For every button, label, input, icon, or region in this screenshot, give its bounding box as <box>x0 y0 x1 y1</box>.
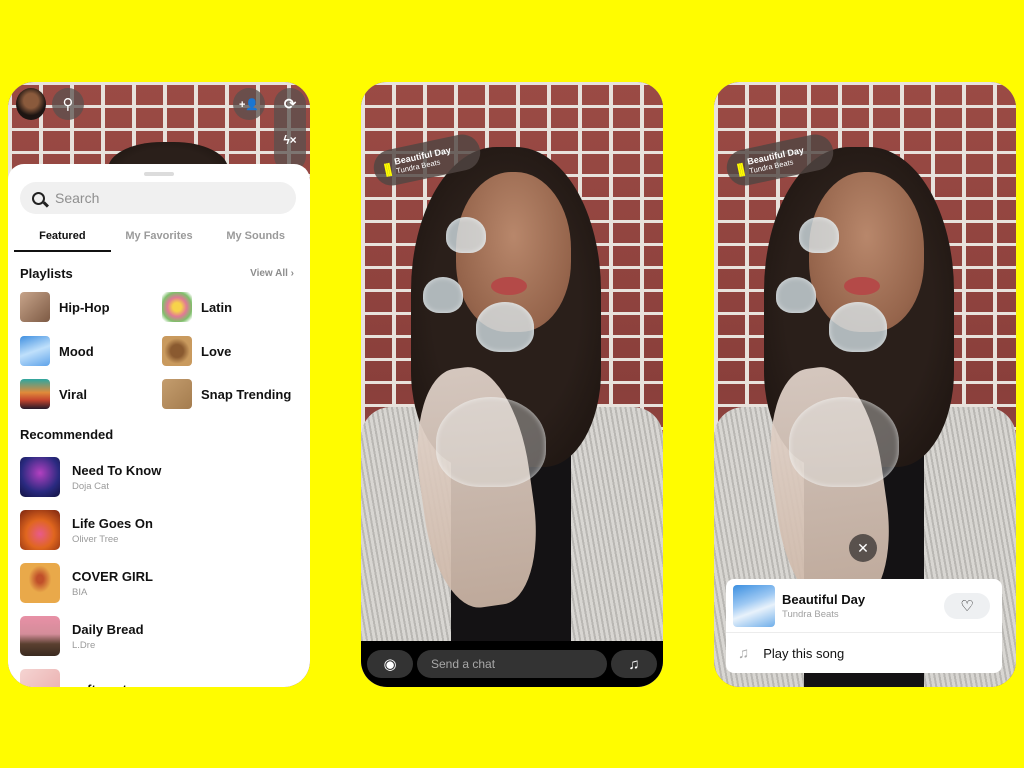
music-note-icon: ♫ <box>738 644 750 662</box>
playlist-name: Viral <box>59 386 87 402</box>
playlist-mood[interactable]: Mood <box>20 336 94 366</box>
recommended-heading: Recommended <box>20 427 114 442</box>
playlist-art <box>162 379 192 409</box>
heart-lens-effect <box>423 277 463 313</box>
camera-icon[interactable]: ◉ <box>367 650 413 678</box>
playlist-latin[interactable]: Latin <box>162 292 232 322</box>
playlist-love[interactable]: Love <box>162 336 231 366</box>
heart-lens-effect <box>446 217 486 253</box>
song-art <box>733 584 775 627</box>
sound-wave-icon: ||| <box>382 160 392 177</box>
song-card: Beautiful Day Tundra Beats ♡ ♫ Play this… <box>726 579 1002 673</box>
playlist-name: Snap Trending <box>201 386 292 402</box>
view-all-label: View All <box>250 268 288 279</box>
playlist-name: Love <box>201 343 232 359</box>
search-input[interactable] <box>55 190 255 206</box>
search-icon <box>32 191 45 205</box>
song-title: Beautiful Day <box>782 591 866 607</box>
chat-bar: ◉ ♫ <box>361 641 663 687</box>
send-chat-input[interactable] <box>417 650 607 678</box>
heart-icon: ♡ <box>960 598 974 615</box>
heart-lens-effect <box>789 397 899 487</box>
phone-song-card: ||| Beautiful Day Tundra Beats ✕ Beautif… <box>714 82 1016 687</box>
song-info-row: Beautiful Day Tundra Beats ♡ <box>726 579 1002 633</box>
sheet-grabber[interactable] <box>144 172 174 176</box>
list-item[interactable]: COVER GIRL BIA <box>20 563 153 603</box>
song-title: Life Goes On <box>72 515 153 531</box>
song-artist: L.Dre <box>72 639 96 651</box>
camera-side-rail: ⟳ ϟ× <box>274 88 306 172</box>
playlist-name: Hip-Hop <box>59 299 110 315</box>
playlist-art <box>20 336 50 366</box>
song-title: Daily Bread <box>72 621 144 637</box>
camera-top-controls: ⚲ +👤 ⟳ ϟ× <box>8 82 310 172</box>
tab-my-sounds[interactable]: My Sounds <box>207 224 304 252</box>
add-friend-icon[interactable]: +👤 <box>233 88 265 120</box>
list-item[interactable]: Daily Bread L.Dre <box>20 616 144 656</box>
playlists-heading: Playlists <box>20 266 73 281</box>
song-title: soft spot <box>72 682 127 688</box>
playlist-snap-trending[interactable]: Snap Trending <box>162 379 291 409</box>
song-title: Need To Know <box>72 462 162 478</box>
song-art <box>20 669 60 687</box>
camera-preview-person <box>361 137 663 687</box>
flash-off-icon[interactable]: ϟ× <box>274 124 306 156</box>
playlist-art <box>20 292 50 322</box>
playlist-name: Mood <box>59 343 94 359</box>
sound-wave-icon: ||| <box>735 160 745 177</box>
heart-lens-effect <box>829 302 887 352</box>
song-artist: Doja Cat <box>72 480 109 492</box>
list-item[interactable]: soft spot <box>20 669 127 687</box>
favorite-button[interactable]: ♡ <box>944 593 990 619</box>
song-art <box>20 616 60 656</box>
playlist-name: Latin <box>201 299 233 315</box>
song-art <box>20 457 60 497</box>
playlist-hip-hop[interactable]: Hip-Hop <box>20 292 110 322</box>
search-icon[interactable]: ⚲ <box>52 88 84 120</box>
playlist-viral[interactable]: Viral <box>20 379 87 409</box>
playlist-art <box>162 292 192 322</box>
flip-camera-icon[interactable]: ⟳ <box>274 88 306 120</box>
tab-featured[interactable]: Featured <box>14 224 111 252</box>
close-icon[interactable]: ✕ <box>849 534 877 562</box>
song-art <box>20 563 60 603</box>
song-artist: Tundra Beats <box>782 608 839 620</box>
sounds-sheet: Featured My Favorites My Sounds Playlist… <box>8 164 310 687</box>
search-bar[interactable] <box>20 182 296 214</box>
chevron-right-icon: › <box>290 268 294 279</box>
list-item[interactable]: Need To Know Doja Cat <box>20 457 161 497</box>
music-note-icon[interactable]: ♫ <box>611 650 657 678</box>
bitmoji-avatar[interactable] <box>16 88 46 120</box>
list-item[interactable]: Life Goes On Oliver Tree <box>20 510 153 550</box>
play-this-song-button[interactable]: ♫ Play this song <box>726 633 1002 673</box>
song-artist: BIA <box>72 586 88 598</box>
heart-lens-effect <box>436 397 546 487</box>
song-title: COVER GIRL <box>72 568 153 584</box>
phone-sound-picker: ⚲ +👤 ⟳ ϟ× Featured My Favorites My Sound… <box>8 82 310 687</box>
song-art <box>20 510 60 550</box>
song-artist: Oliver Tree <box>72 533 119 545</box>
playlist-art <box>162 336 192 366</box>
heart-lens-effect <box>476 302 534 352</box>
phone-camera-preview: ||| Beautiful Day Tundra Beats ◉ ♫ <box>361 82 663 687</box>
sound-tabs: Featured My Favorites My Sounds <box>14 224 304 252</box>
heart-lens-effect <box>776 277 816 313</box>
view-all-link[interactable]: View All › <box>250 268 294 279</box>
play-this-song-label: Play this song <box>763 645 845 661</box>
heart-lens-effect <box>799 217 839 253</box>
playlist-art <box>20 379 50 409</box>
tab-my-favorites[interactable]: My Favorites <box>111 224 208 252</box>
